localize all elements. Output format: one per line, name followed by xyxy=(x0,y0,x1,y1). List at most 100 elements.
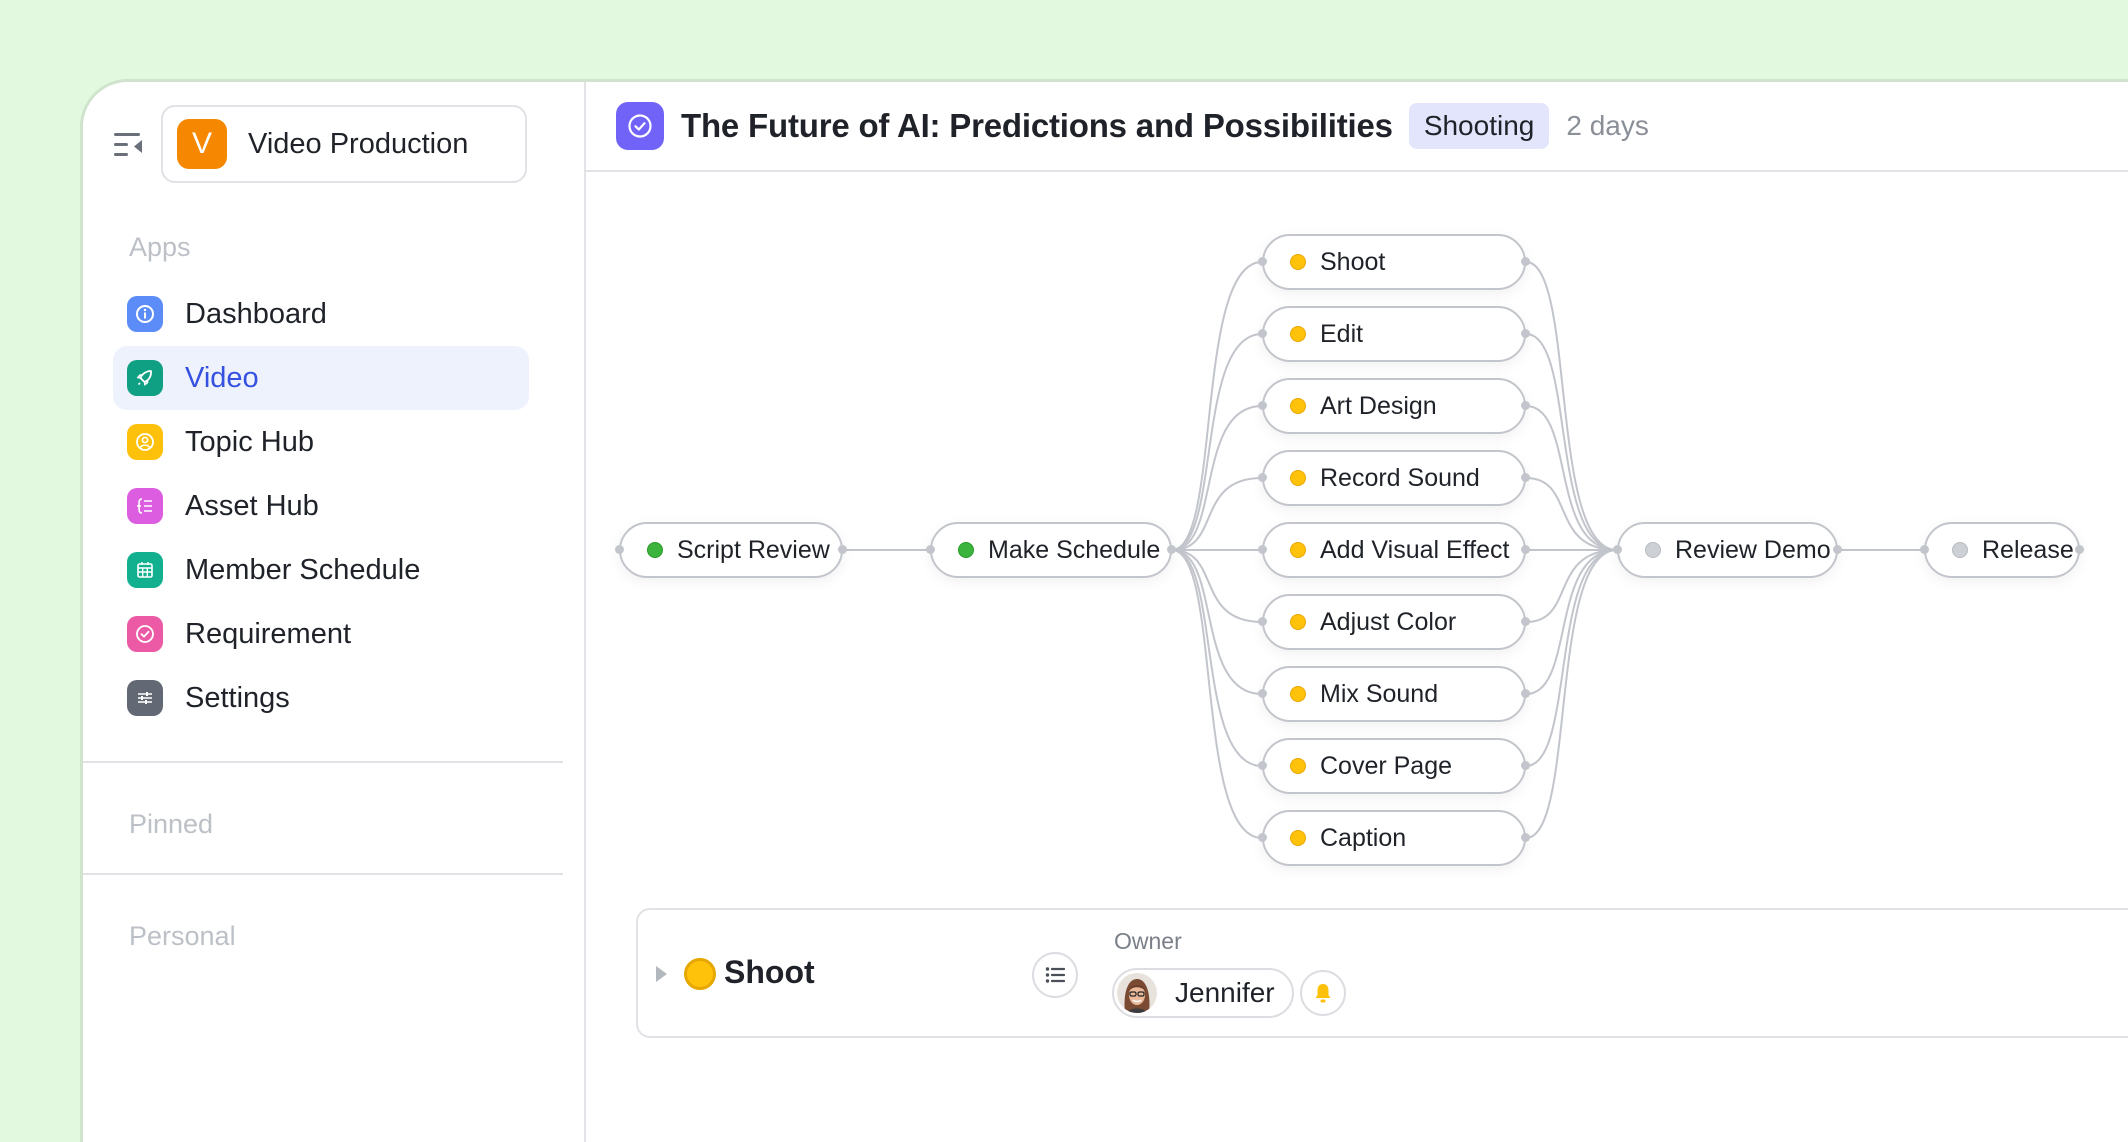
input-handle[interactable] xyxy=(1258,257,1267,266)
flow-node-label: Caption xyxy=(1320,823,1407,852)
collapse-sidebar-button[interactable] xyxy=(114,132,144,158)
flow-node-caption[interactable]: Caption xyxy=(1258,810,1530,866)
section-label-pinned[interactable]: Pinned xyxy=(129,809,213,840)
output-handle[interactable] xyxy=(1521,761,1530,770)
input-handle[interactable] xyxy=(1258,545,1267,554)
collapse-sidebar-icon xyxy=(114,133,142,156)
flow-node-label: Art Design xyxy=(1320,391,1437,420)
workspace-name: Video Production xyxy=(248,127,469,160)
input-handle[interactable] xyxy=(1258,761,1267,770)
task-status-dot xyxy=(684,958,716,990)
sidebar-item-topic-hub[interactable]: Topic Hub xyxy=(113,410,529,474)
page-header: The Future of AI: Predictions and Possib… xyxy=(586,82,2128,172)
sidebar-item-label: Settings xyxy=(185,681,290,714)
section-label-personal[interactable]: Personal xyxy=(129,921,236,952)
flow-node-label: Mix Sound xyxy=(1320,679,1439,708)
info-icon xyxy=(127,296,163,332)
sidebar-item-label: Asset Hub xyxy=(185,489,319,522)
input-handle[interactable] xyxy=(1258,401,1267,410)
input-handle[interactable] xyxy=(926,545,935,554)
page-title: The Future of AI: Predictions and Possib… xyxy=(681,107,1393,144)
flow-node-shoot[interactable]: Shoot xyxy=(1258,234,1530,290)
sidebar-item-label: Video xyxy=(185,361,259,394)
status-dot xyxy=(1290,398,1306,414)
owner-chip[interactable]: Jennifer xyxy=(1112,968,1294,1018)
status-dot xyxy=(1290,830,1306,846)
sidebar-item-member-schedule[interactable]: Member Schedule xyxy=(113,538,529,602)
bell-icon xyxy=(1315,984,1331,1003)
status-dot xyxy=(1290,614,1306,630)
flow-node-edit[interactable]: Edit xyxy=(1258,306,1530,362)
input-handle[interactable] xyxy=(1258,329,1267,338)
flow-node-review-demo[interactable]: Review Demo xyxy=(1613,522,1842,578)
output-handle[interactable] xyxy=(1521,401,1530,410)
sidebar-item-settings[interactable]: Settings xyxy=(113,666,529,730)
flow-node-label: Adjust Color xyxy=(1320,607,1457,636)
input-handle[interactable] xyxy=(1258,689,1267,698)
status-dot xyxy=(1645,542,1661,558)
expand-caret-icon[interactable] xyxy=(656,966,667,982)
output-handle[interactable] xyxy=(2075,545,2084,554)
output-handle[interactable] xyxy=(1521,617,1530,626)
status-dot xyxy=(958,542,974,558)
sidebar-item-dashboard[interactable]: Dashboard xyxy=(113,282,529,346)
sidebar-item-requirement[interactable]: Requirement xyxy=(113,602,529,666)
flow-node-record-sound[interactable]: Record Sound xyxy=(1258,450,1530,506)
flow-node-script-review[interactable]: Script Review xyxy=(615,522,847,578)
sidebar-item-asset-hub[interactable]: Asset Hub xyxy=(113,474,529,538)
status-dot xyxy=(1290,254,1306,270)
list-icon xyxy=(1045,967,1065,983)
calendar-grid-icon xyxy=(127,552,163,588)
input-handle[interactable] xyxy=(1920,545,1929,554)
output-handle[interactable] xyxy=(1521,833,1530,842)
output-handle[interactable] xyxy=(1521,689,1530,698)
owner-label: Owner xyxy=(1114,928,1182,954)
sidebar-divider xyxy=(83,761,563,763)
flow-node-label: Shoot xyxy=(1320,247,1386,276)
list-tree-icon xyxy=(127,488,163,524)
check-circle-icon xyxy=(127,616,163,652)
input-handle[interactable] xyxy=(1613,545,1622,554)
status-dot xyxy=(1290,470,1306,486)
output-handle[interactable] xyxy=(1833,545,1842,554)
flow-node-label: Script Review xyxy=(677,535,830,564)
status-dot xyxy=(1952,542,1968,558)
output-handle[interactable] xyxy=(1167,545,1176,554)
flow-node-release[interactable]: Release xyxy=(1920,522,2084,578)
flow-node-adjust-color[interactable]: Adjust Color xyxy=(1258,594,1530,650)
input-handle[interactable] xyxy=(1258,473,1267,482)
sidebar: V Video Production Apps Dashboard Video … xyxy=(83,82,586,1142)
flow-node-art-design[interactable]: Art Design xyxy=(1258,378,1530,434)
user-circle-icon xyxy=(127,424,163,460)
input-handle[interactable] xyxy=(615,545,624,554)
sliders-icon xyxy=(127,680,163,716)
input-handle[interactable] xyxy=(1258,617,1267,626)
input-handle[interactable] xyxy=(1258,833,1267,842)
status-dot xyxy=(1290,542,1306,558)
output-handle[interactable] xyxy=(1521,473,1530,482)
flow-node-make-schedule[interactable]: Make Schedule xyxy=(926,522,1176,578)
output-handle[interactable] xyxy=(1521,329,1530,338)
workspace-switcher[interactable]: V Video Production xyxy=(161,105,527,183)
flow-node-mix-sound[interactable]: Mix Sound xyxy=(1258,666,1530,722)
subtask-list-button[interactable] xyxy=(1032,952,1078,998)
flow-node-cover-page[interactable]: Cover Page xyxy=(1258,738,1530,794)
section-label-apps: Apps xyxy=(129,232,191,262)
output-handle[interactable] xyxy=(1521,545,1530,554)
flow-node-add-visual-effect[interactable]: Add Visual Effect xyxy=(1258,522,1530,578)
sidebar-item-label: Dashboard xyxy=(185,297,327,330)
rocket-icon xyxy=(127,360,163,396)
flow-node-label: Cover Page xyxy=(1320,751,1453,780)
sidebar-item-label: Topic Hub xyxy=(185,425,314,458)
flow-node-label: Record Sound xyxy=(1320,463,1480,492)
notify-button[interactable] xyxy=(1300,970,1346,1016)
status-badge[interactable]: Shooting xyxy=(1408,103,1550,149)
output-handle[interactable] xyxy=(1521,257,1530,266)
flow-node-label: Edit xyxy=(1320,319,1364,348)
status-dot xyxy=(1290,758,1306,774)
status-dot xyxy=(1290,686,1306,702)
sidebar-item-video[interactable]: Video xyxy=(113,346,529,410)
status-dot xyxy=(647,542,663,558)
flow-node-label: Review Demo xyxy=(1675,535,1831,564)
output-handle[interactable] xyxy=(838,545,847,554)
